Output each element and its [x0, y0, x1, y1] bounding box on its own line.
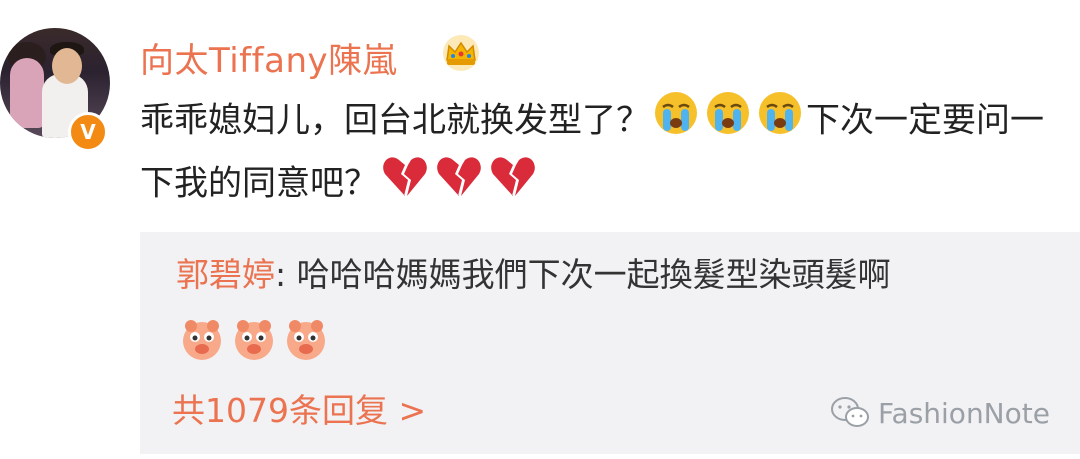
crying-face-emoji: [705, 90, 751, 154]
verified-badge: V: [68, 112, 108, 152]
pig-emoji: [283, 316, 329, 366]
reply-line: 郭碧婷: 哈哈哈媽媽我們下次一起換髮型染頭髮啊: [176, 252, 1066, 298]
reply-text: 哈哈哈媽媽我們下次一起換髮型染頭髮啊: [296, 255, 891, 294]
weibo-post: V 向太Tiffany陳嵐 乖乖媳妇儿，回台北就换发型了？ 下次一定要问一下我的…: [0, 0, 1080, 459]
post-text-part1: 乖乖媳妇儿，回台北就换发型了？: [140, 100, 650, 141]
crown-icon: [443, 35, 479, 71]
reply-author[interactable]: 郭碧婷: [176, 255, 275, 294]
watermark-text: FashionNote: [878, 396, 1050, 430]
reply-emojis: [176, 316, 332, 364]
broken-heart-emoji: [489, 154, 537, 216]
crying-face-emoji: [757, 90, 803, 154]
username[interactable]: 向太Tiffany陳嵐: [140, 33, 397, 82]
crying-face-emoji: [653, 90, 699, 154]
wechat-icon: [831, 397, 869, 427]
post-text: 乖乖媳妇儿，回台北就换发型了？ 下次一定要问一下我的同意吧？: [140, 90, 1060, 216]
broken-heart-emoji: [381, 154, 429, 216]
reply-separator: :: [275, 255, 297, 294]
broken-heart-emoji: [435, 154, 483, 216]
watermark: FashionNote: [830, 396, 1050, 430]
pig-emoji: [231, 316, 277, 366]
reply-count-link[interactable]: 共1079条回复 >: [172, 384, 426, 432]
pig-emoji: [179, 316, 225, 366]
